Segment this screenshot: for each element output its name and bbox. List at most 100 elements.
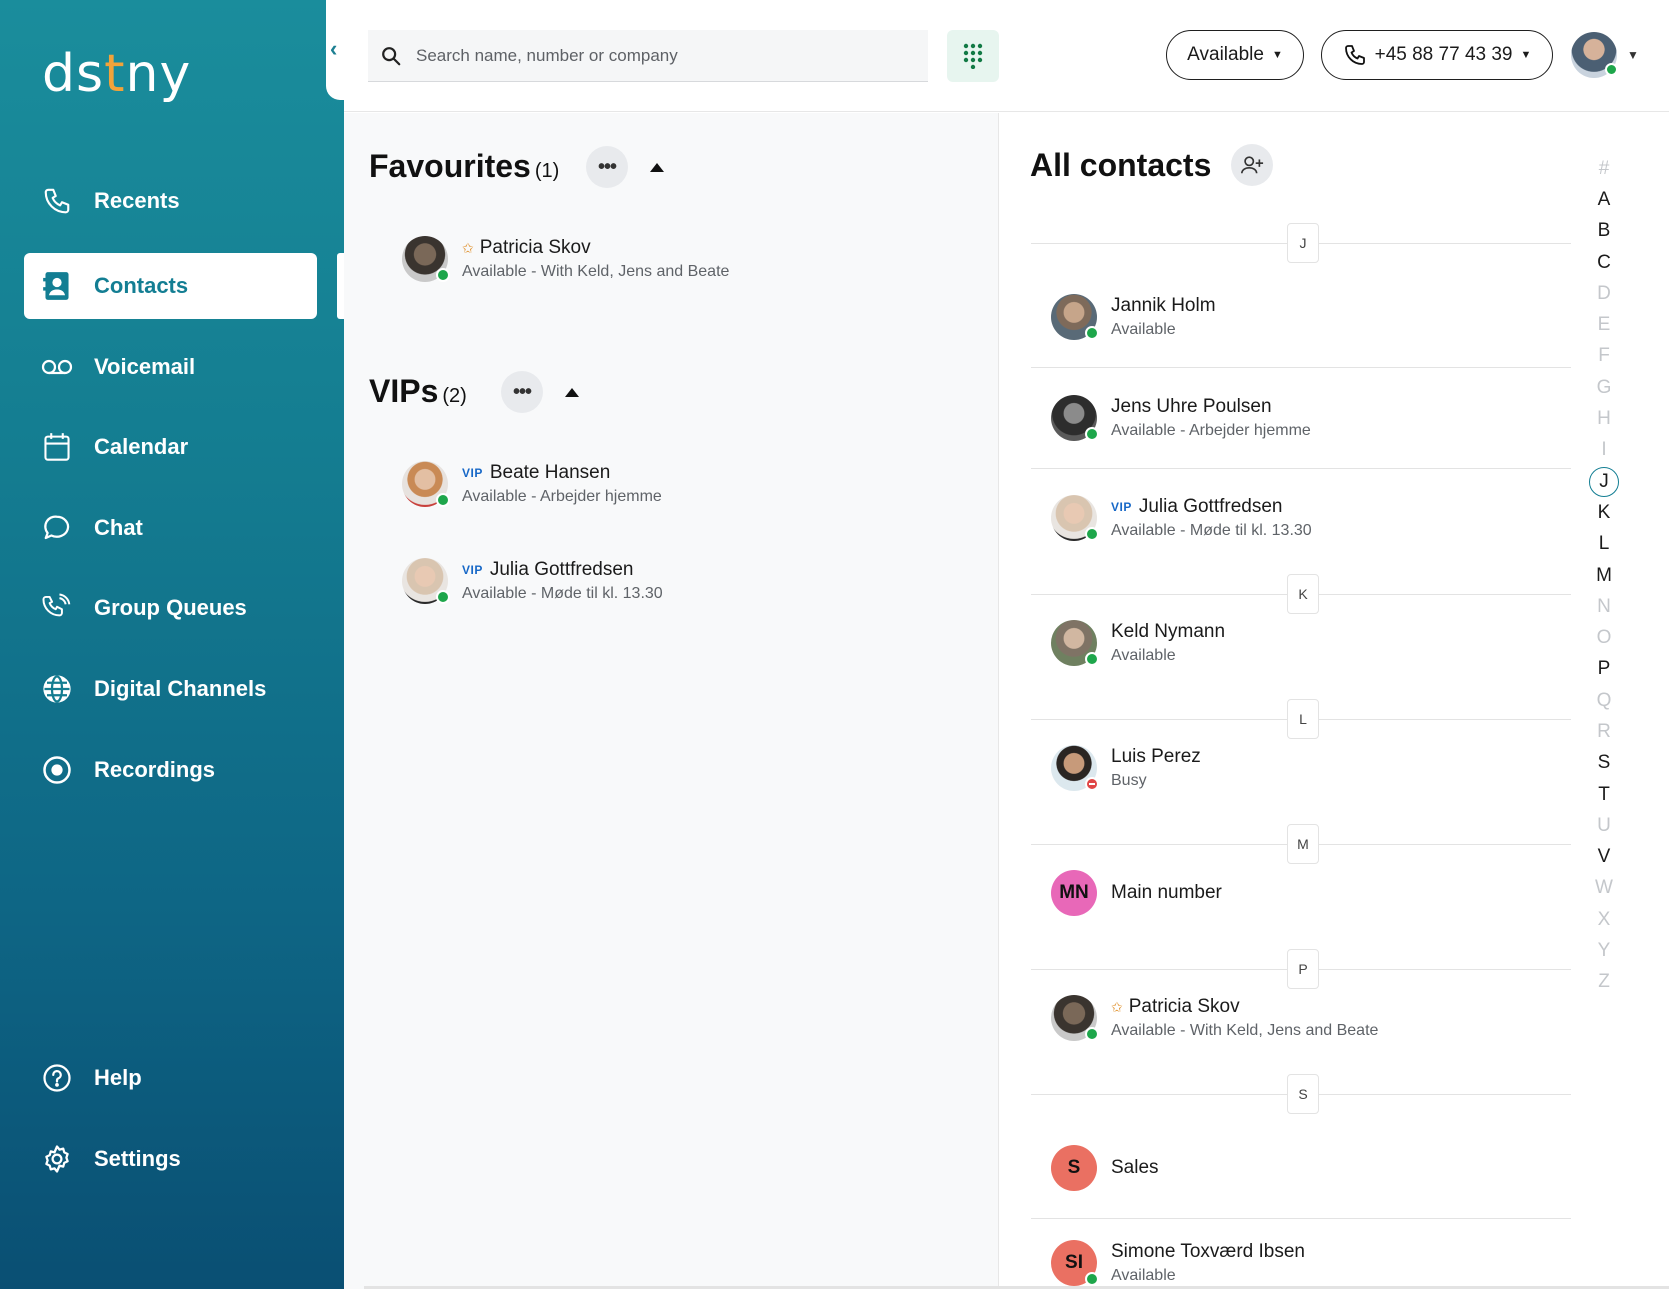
index-letter-u: U	[1597, 814, 1611, 836]
nav-label: Group Queues	[94, 595, 247, 620]
contact-name: Keld Nymann	[1111, 621, 1226, 642]
contact-name: Main number	[1111, 882, 1222, 903]
presence-online-dot	[436, 590, 450, 604]
row-divider	[1031, 367, 1571, 368]
vip-badge: VIP	[1111, 500, 1132, 514]
nav-item-chat[interactable]: Chat	[24, 495, 317, 561]
contact-status: Available - With Keld, Jens and Beate	[462, 263, 730, 280]
contact-name: Jannik Holm	[1111, 295, 1216, 316]
dialpad-button[interactable]	[947, 30, 999, 82]
record-icon	[40, 753, 74, 787]
more-icon: •••	[597, 155, 617, 178]
index-letter-n: N	[1597, 595, 1611, 617]
contact-status: Available	[1111, 321, 1176, 338]
add-contact-button[interactable]	[1231, 144, 1273, 186]
index-letter-k[interactable]: K	[1589, 497, 1619, 528]
index-letter-o: O	[1596, 627, 1612, 649]
presence-dot	[1605, 63, 1618, 76]
contact-name: Julia Gottfredsen	[489, 559, 634, 580]
index-letter-i: I	[1601, 439, 1607, 461]
group-queues-icon	[40, 591, 74, 625]
letter-header: S	[1287, 1074, 1319, 1114]
contact-row[interactable]: Jannik Holm Available	[1051, 287, 1216, 347]
nav-item-help[interactable]: Help	[24, 1045, 317, 1111]
search-field[interactable]	[368, 30, 928, 82]
letter-header: J	[1287, 223, 1319, 263]
search-icon	[380, 45, 402, 67]
index-letter-j[interactable]: J	[1589, 466, 1619, 497]
index-letter-l[interactable]: L	[1589, 529, 1619, 560]
nav-item-calendar[interactable]: Calendar	[24, 414, 317, 480]
calendar-icon	[40, 430, 74, 464]
favourite-contact[interactable]: ✩ Patricia Skov Available - With Keld, Je…	[402, 229, 729, 289]
contact-row[interactable]: VIP Julia Gottfredsen Available - Møde ti…	[1051, 488, 1312, 548]
index-letter-z: Z	[1598, 971, 1610, 993]
nav-label: Contacts	[94, 273, 189, 298]
user-menu-caret-icon[interactable]: ▼	[1627, 48, 1639, 62]
contact-row[interactable]: Keld Nymann Available	[1051, 613, 1225, 673]
nav-item-voicemail[interactable]: Voicemail	[24, 334, 317, 400]
vip-contact[interactable]: VIP Beate Hansen Available - Arbejder hje…	[402, 454, 662, 514]
favourites-heading: Favourites (1)	[369, 148, 560, 184]
index-letter-w: W	[1595, 877, 1613, 899]
presence-online-dot	[1085, 326, 1099, 340]
nav-item-digital-channels[interactable]: Digital Channels	[24, 656, 317, 722]
favourites-more-button[interactable]: •••	[586, 146, 628, 188]
index-letter-c[interactable]: C	[1589, 247, 1619, 278]
contact-row[interactable]: Luis Perez Busy	[1051, 738, 1201, 798]
favourites-collapse-arrow-icon[interactable]	[650, 163, 664, 172]
gear-icon	[40, 1142, 74, 1176]
user-avatar[interactable]	[1571, 32, 1618, 78]
initials-avatar: SI	[1051, 1240, 1099, 1286]
vip-contact[interactable]: VIP Julia Gottfredsen Available - Møde ti…	[402, 551, 663, 611]
phone-number-dropdown[interactable]: +45 88 77 43 39 ▼	[1321, 30, 1553, 80]
index-letter-m[interactable]: M	[1589, 560, 1619, 591]
avatar	[1051, 745, 1099, 791]
index-letter-p[interactable]: P	[1589, 654, 1619, 685]
index-letter-a[interactable]: A	[1589, 184, 1619, 215]
all-contacts-heading: All contacts	[1030, 147, 1212, 183]
contact-status: Available	[1111, 647, 1176, 664]
contact-row[interactable]: MN Main number	[1051, 863, 1222, 923]
help-icon	[40, 1061, 74, 1095]
vips-collapse-arrow-icon[interactable]	[565, 388, 579, 397]
index-letter-t[interactable]: T	[1589, 779, 1619, 810]
presence-status-dropdown[interactable]: Available ▼	[1166, 30, 1304, 80]
contact-status: Available - Arbejder hjemme	[1111, 422, 1311, 439]
initials-avatar: MN	[1051, 870, 1097, 916]
row-divider	[1031, 1218, 1571, 1219]
avatar	[1051, 620, 1099, 666]
nav-item-recordings[interactable]: Recordings	[24, 737, 317, 803]
phone-icon	[1343, 43, 1367, 67]
nav-label: Help	[94, 1065, 142, 1090]
nav-item-settings[interactable]: Settings	[24, 1126, 317, 1192]
vips-more-button[interactable]: •••	[501, 371, 543, 413]
contact-name: Luis Perez	[1111, 746, 1201, 767]
presence-online-dot	[1085, 1272, 1099, 1286]
index-letter-s[interactable]: S	[1589, 748, 1619, 779]
favourites-vips-pane: Favourites (1) ••• ✩ Patricia Skov Availab…	[344, 113, 998, 1289]
nav-item-contacts[interactable]: Contacts	[24, 253, 317, 319]
nav-item-recents[interactable]: Recents	[24, 168, 317, 234]
contact-row[interactable]: ✩ Patricia Skov Available - With Keld, Je…	[1051, 988, 1378, 1048]
letter-header: M	[1287, 824, 1319, 864]
avatar	[1051, 395, 1099, 441]
globe-icon	[40, 672, 74, 706]
contact-status: Available - Møde til kl. 13.30	[462, 585, 663, 602]
search-input[interactable]	[416, 45, 896, 66]
index-letter-b[interactable]: B	[1589, 216, 1619, 247]
index-letter-q: Q	[1596, 689, 1612, 711]
contact-row[interactable]: S Sales	[1051, 1138, 1159, 1198]
phone-icon	[40, 184, 74, 218]
nav-label: Chat	[94, 515, 143, 540]
index-letter-r: R	[1597, 720, 1611, 742]
nav-item-group-queues[interactable]: Group Queues	[24, 575, 317, 641]
nav-label: Voicemail	[94, 354, 196, 379]
contact-status: Available - Arbejder hjemme	[462, 488, 662, 505]
contact-row[interactable]: Jens Uhre Poulsen Available - Arbejder h…	[1051, 388, 1311, 448]
index-letter-v[interactable]: V	[1589, 842, 1619, 873]
contact-status: Available - Møde til kl. 13.30	[1111, 522, 1312, 539]
avatar	[402, 558, 450, 604]
collapse-sidebar-button[interactable]: ‹	[326, 0, 346, 100]
contact-row[interactable]: SI Simone Toxværd Ibsen Available	[1051, 1233, 1305, 1289]
